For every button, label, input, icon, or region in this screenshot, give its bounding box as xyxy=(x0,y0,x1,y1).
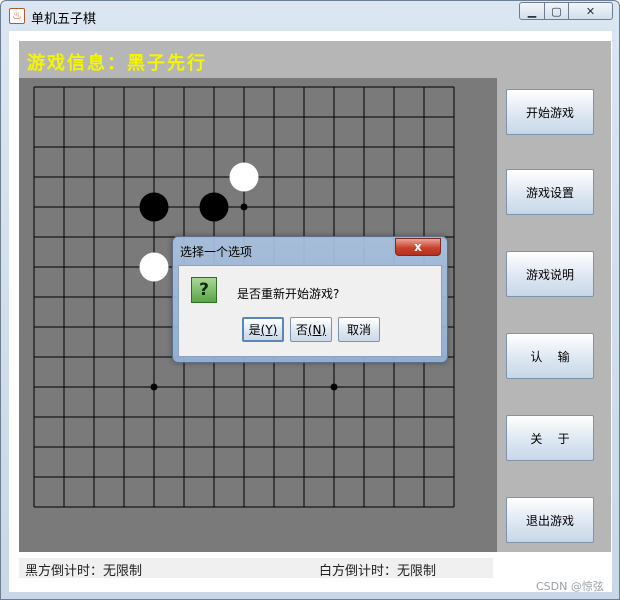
resign-button[interactable]: 认 输 xyxy=(506,333,594,379)
white-stone xyxy=(229,162,259,192)
minimize-icon: ▁ xyxy=(527,4,537,18)
status-bar: 黑方倒计时：无限制 白方倒计时：无限制 xyxy=(19,558,493,579)
window-controls: ▁ ▢ ✕ xyxy=(519,2,613,22)
dialog-message: 是否重新开始游戏? xyxy=(237,287,340,301)
yes-button[interactable]: 是 (Y) xyxy=(242,317,284,342)
star-point xyxy=(330,383,338,391)
info-bar: 游戏信息：黑子先行 xyxy=(19,41,611,78)
no-button[interactable]: 否 (N) xyxy=(290,317,332,342)
no-mnemonic: (N) xyxy=(307,322,327,337)
maximize-icon: ▢ xyxy=(551,4,562,18)
star-point xyxy=(240,203,248,211)
white-timer: 白方倒计时：无限制 xyxy=(319,564,437,579)
title-bar[interactable]: ♨ 单机五子棋 ▁ ▢ ✕ xyxy=(1,1,619,31)
start-game-button[interactable]: 开始游戏 xyxy=(506,89,594,135)
side-panel: 开始游戏 游戏设置 游戏说明 认 输 关 于 退出游戏 xyxy=(497,78,611,552)
java-cup-icon: ♨ xyxy=(9,8,25,24)
minimize-button[interactable]: ▁ xyxy=(519,2,545,20)
black-stone xyxy=(199,192,229,222)
dialog-title: 选择一个选项 xyxy=(180,245,253,259)
maximize-button[interactable]: ▢ xyxy=(545,2,569,20)
game-instructions-button[interactable]: 游戏说明 xyxy=(506,251,594,297)
no-label: 否 xyxy=(295,323,308,337)
window-title: 单机五子棋 xyxy=(31,12,97,27)
star-point xyxy=(150,383,158,391)
close-icon: x xyxy=(414,240,422,254)
close-button[interactable]: ✕ xyxy=(569,2,613,20)
game-settings-button[interactable]: 游戏设置 xyxy=(506,169,594,215)
dialog-body: ? 是否重新开始游戏? 是 (Y) 否 (N) 取消 xyxy=(178,265,442,357)
close-icon: ✕ xyxy=(585,4,596,18)
yes-label: 是 xyxy=(248,323,261,337)
about-button[interactable]: 关 于 xyxy=(506,415,594,461)
confirm-dialog: 选择一个选项 x ? 是否重新开始游戏? 是 (Y) 否 (N) 取消 xyxy=(172,236,448,363)
game-info-text: 游戏信息：黑子先行 xyxy=(27,53,207,74)
cancel-button[interactable]: 取消 xyxy=(338,317,380,342)
question-icon: ? xyxy=(191,277,217,303)
black-timer: 黑方倒计时：无限制 xyxy=(25,564,143,579)
white-stone xyxy=(139,252,169,282)
exit-game-button[interactable]: 退出游戏 xyxy=(506,497,594,543)
black-stone xyxy=(139,192,169,222)
dialog-close-button[interactable]: x xyxy=(395,238,441,256)
watermark: CSDN @惊弦 xyxy=(536,580,604,593)
yes-mnemonic: (Y) xyxy=(260,322,278,337)
